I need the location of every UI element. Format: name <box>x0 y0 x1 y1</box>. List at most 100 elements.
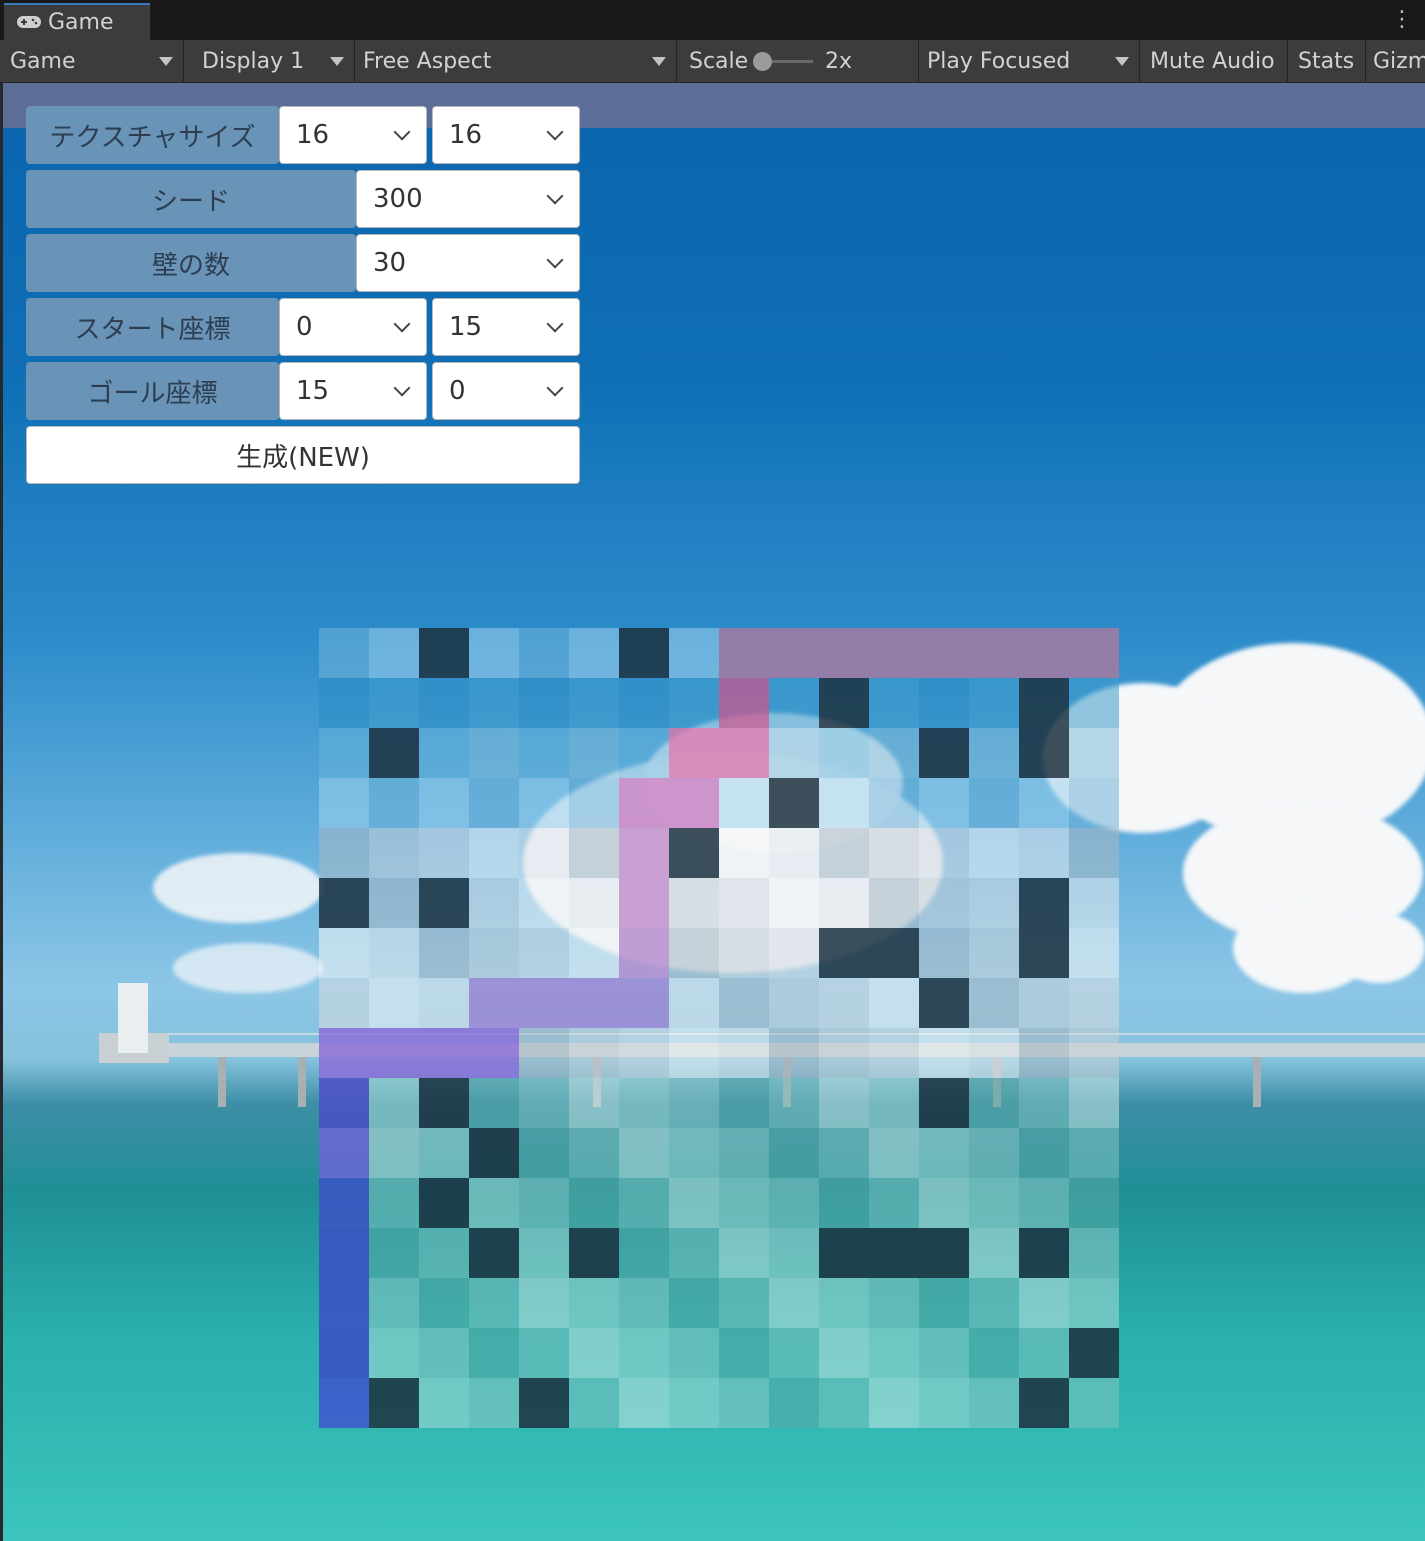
maze-floor-cell <box>819 1278 869 1328</box>
maze-wall-cell <box>919 728 969 778</box>
maze-floor-cell <box>1069 778 1119 828</box>
maze-floor-cell <box>519 1078 569 1128</box>
maze-path-cell <box>869 628 919 678</box>
editor-tab-bar: Game ⋮ <box>0 0 1425 40</box>
maze-wall-cell <box>519 1378 569 1428</box>
maze-floor-cell <box>469 878 519 928</box>
maze-floor-cell <box>369 628 419 678</box>
dropdown-arrow-icon <box>652 57 666 66</box>
maze-floor-cell <box>719 1378 769 1428</box>
start-x-dropdown[interactable]: 0 <box>279 298 427 356</box>
maze-path-cell <box>319 1378 369 1428</box>
start-coordinate-label: スタート座標 <box>26 298 279 356</box>
maze-floor-cell <box>569 628 619 678</box>
maze-path-cell <box>319 1228 369 1278</box>
maze-floor-cell <box>1069 978 1119 1028</box>
scale-slider-track[interactable] <box>767 60 813 63</box>
more-options-icon[interactable]: ⋮ <box>1391 8 1413 32</box>
maze-floor-cell <box>719 1328 769 1378</box>
mute-audio-toggle[interactable]: Mute Audio <box>1140 40 1288 82</box>
play-mode-dropdown[interactable]: Play Focused <box>919 40 1140 82</box>
maze-floor-cell <box>569 1028 619 1078</box>
maze-wall-cell <box>1019 1378 1069 1428</box>
maze-path-cell <box>619 928 669 978</box>
start-y-dropdown[interactable]: 15 <box>432 298 580 356</box>
maze-path-cell <box>319 1178 369 1228</box>
maze-floor-cell <box>569 828 619 878</box>
mode-dropdown[interactable]: Game <box>0 40 184 82</box>
maze-floor-cell <box>619 1378 669 1428</box>
maze-path-cell <box>1019 628 1069 678</box>
scale-slider-handle[interactable] <box>753 52 772 71</box>
goal-x-dropdown[interactable]: 15 <box>279 362 427 420</box>
maze-floor-cell <box>819 1078 869 1128</box>
maze-floor-cell <box>819 878 869 928</box>
maze-floor-cell <box>369 928 419 978</box>
maze-floor-cell <box>619 1178 669 1228</box>
maze-floor-cell <box>719 1228 769 1278</box>
maze-floor-cell <box>1019 778 1069 828</box>
maze-floor-cell <box>369 1078 419 1128</box>
game-view[interactable]: テクスチャサイズ 16 16 シード 300 壁の数 30 スタート座標 0 1… <box>3 83 1425 1541</box>
maze-path-cell <box>1069 628 1119 678</box>
texture-height-dropdown[interactable]: 16 <box>432 106 580 164</box>
maze-floor-cell <box>869 678 919 728</box>
maze-floor-cell <box>969 778 1019 828</box>
seed-dropdown[interactable]: 300 <box>356 170 580 228</box>
game-tab[interactable]: Game <box>4 3 150 40</box>
maze-floor-cell <box>669 1178 719 1228</box>
aspect-dropdown[interactable]: Free Aspect <box>355 40 677 82</box>
maze-floor-cell <box>669 628 719 678</box>
maze-floor-cell <box>769 1078 819 1128</box>
wall-count-dropdown[interactable]: 30 <box>356 234 580 292</box>
maze-floor-cell <box>369 678 419 728</box>
dropdown-arrow-icon <box>330 57 344 66</box>
maze-floor-cell <box>819 1178 869 1228</box>
lighthouse <box>118 983 148 1053</box>
maze-path-cell <box>319 1278 369 1328</box>
maze-wall-cell <box>869 928 919 978</box>
maze-wall-cell <box>1019 878 1069 928</box>
maze-floor-cell <box>1069 1278 1119 1328</box>
maze-floor-cell <box>419 1228 469 1278</box>
maze-floor-cell <box>419 728 469 778</box>
maze-floor-cell <box>369 1128 419 1178</box>
start-y-value: 15 <box>449 312 483 342</box>
maze-floor-cell <box>819 728 869 778</box>
stats-toggle[interactable]: Stats <box>1288 40 1366 82</box>
chevron-down-icon <box>393 123 411 141</box>
display-dropdown[interactable]: Display 1 <box>184 40 355 82</box>
maze-floor-cell <box>769 928 819 978</box>
maze-floor-cell <box>369 878 419 928</box>
maze-floor-cell <box>569 678 619 728</box>
maze-floor-cell <box>569 778 619 828</box>
scale-control: Scale 2x <box>677 40 919 82</box>
texture-height-value: 16 <box>449 120 483 150</box>
generate-button[interactable]: 生成(NEW) <box>26 426 580 484</box>
maze-floor-cell <box>419 1278 469 1328</box>
maze-floor-cell <box>469 1328 519 1378</box>
maze-floor-cell <box>869 728 919 778</box>
maze-wall-cell <box>469 1128 519 1178</box>
maze-floor-cell <box>969 1078 1019 1128</box>
maze-floor-cell <box>519 1228 569 1278</box>
maze-floor-cell <box>419 1378 469 1428</box>
maze-floor-cell <box>369 778 419 828</box>
gizmos-toggle[interactable]: Gizm <box>1366 40 1425 82</box>
maze-floor-cell <box>419 1328 469 1378</box>
maze-floor-cell <box>919 1028 969 1078</box>
maze-floor-cell <box>519 1028 569 1078</box>
texture-width-dropdown[interactable]: 16 <box>279 106 427 164</box>
maze-floor-cell <box>369 1178 419 1228</box>
maze-floor-cell <box>719 978 769 1028</box>
maze-floor-cell <box>869 1278 919 1328</box>
goal-y-dropdown[interactable]: 0 <box>432 362 580 420</box>
maze-floor-cell <box>819 1128 869 1178</box>
maze-floor-cell <box>719 1278 769 1328</box>
game-view-toolbar: Game Display 1 Free Aspect Scale 2x Play… <box>0 40 1425 83</box>
gizmos-label: Gizm <box>1373 48 1425 74</box>
maze-path-cell <box>569 978 619 1028</box>
maze-floor-cell <box>769 978 819 1028</box>
maze-floor-cell <box>569 928 619 978</box>
stats-label: Stats <box>1298 48 1355 74</box>
